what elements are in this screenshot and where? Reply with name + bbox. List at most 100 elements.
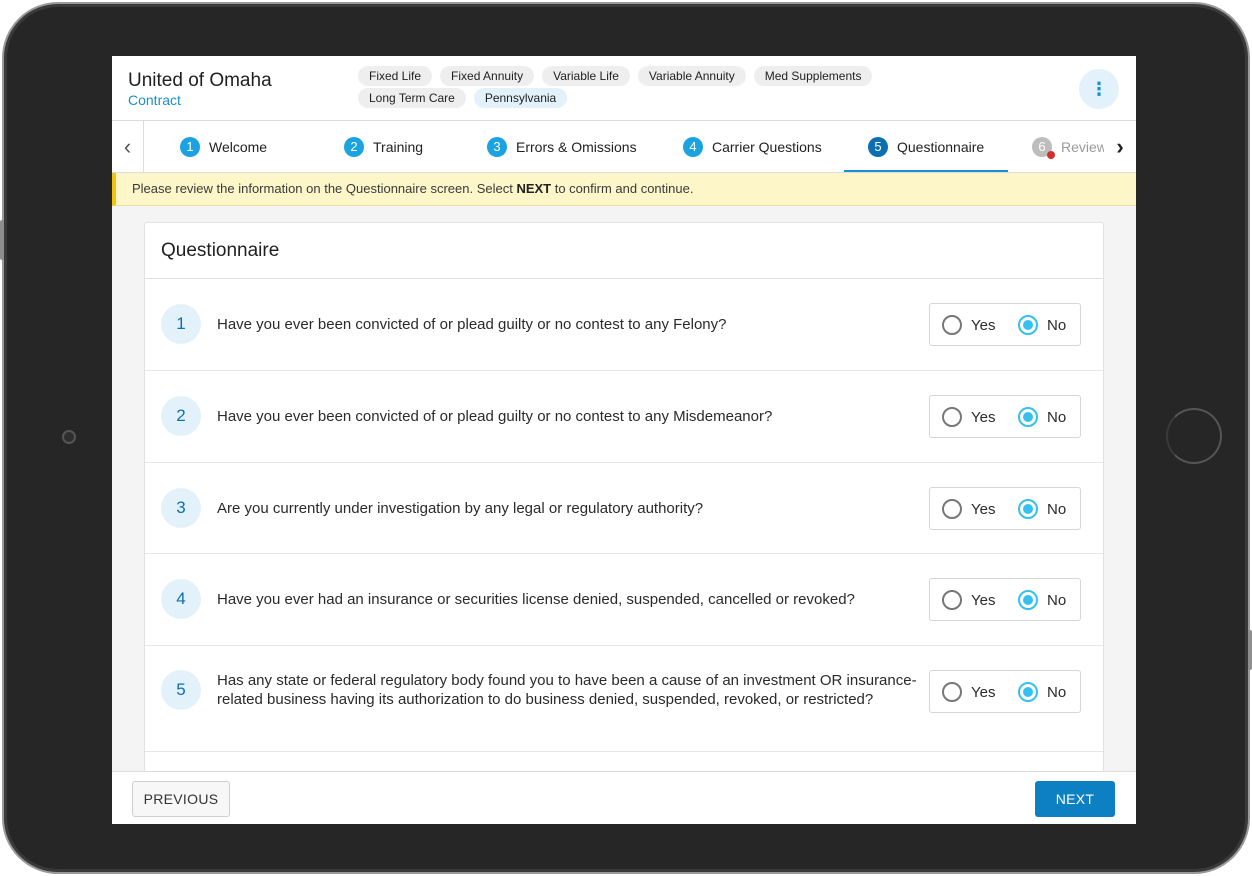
yes-no-group: Yes No — [929, 578, 1081, 621]
step-number-text: 6 — [1038, 139, 1046, 154]
product-chip: Variable Annuity — [637, 66, 746, 86]
step-carrier-questions[interactable]: 4 Carrier Questions — [683, 121, 822, 172]
product-chip: Fixed Life — [358, 66, 433, 86]
question-text: Have you ever been convicted of or plead… — [217, 408, 773, 425]
radio-circle — [942, 315, 962, 335]
banner-text-bold: NEXT — [516, 181, 552, 196]
radio-circle — [942, 682, 962, 702]
tablet-side-button — [1248, 630, 1252, 670]
no-label: No — [1047, 591, 1067, 609]
question-number: 5 — [161, 670, 201, 710]
step-number: 3 — [487, 136, 507, 157]
step-number: 6 — [1032, 136, 1055, 159]
product-chip-list: Fixed Life Fixed Annuity Variable Life V… — [358, 66, 978, 110]
info-banner: Please review the information on the Que… — [112, 173, 1136, 206]
question-number: 4 — [161, 579, 201, 619]
no-label: No — [1047, 316, 1067, 334]
alert-dot-icon — [1047, 150, 1055, 159]
yes-no-group: Yes No — [929, 303, 1081, 346]
question-text: Have you ever been convicted of or plead… — [217, 316, 727, 333]
question-row: 1 Have you ever been convicted of or ple… — [145, 279, 1103, 371]
app-header: United of Omaha Contract Fixed Life Fixe… — [112, 56, 1136, 121]
yes-label: Yes — [971, 408, 996, 426]
step-number: 1 — [180, 136, 200, 157]
yes-radio[interactable]: Yes — [942, 682, 995, 702]
question-text: Has any state or federal regulatory body… — [217, 672, 917, 708]
step-list: 1 Welcome 2 Training 3 Errors & Omission… — [144, 121, 1104, 172]
carrier-title: United of Omaha — [128, 70, 272, 91]
yes-radio[interactable]: Yes — [942, 407, 995, 427]
yes-label: Yes — [971, 683, 996, 701]
home-button — [1166, 408, 1222, 464]
question-row: 2 Have you ever been convicted of or ple… — [145, 371, 1103, 463]
questionnaire-title: Questionnaire — [145, 223, 1103, 279]
product-chip: Long Term Care — [358, 88, 466, 108]
no-radio[interactable]: No — [1018, 315, 1066, 335]
step-questionnaire[interactable]: 5 Questionnaire — [843, 121, 1009, 172]
step-errors-omissions[interactable]: 3 Errors & Omissions — [487, 121, 637, 172]
product-chip: Fixed Annuity — [440, 66, 535, 86]
radio-circle — [942, 407, 962, 427]
step-navigation: ‹ 1 Welcome 2 Training 3 Errors & Omissi… — [112, 121, 1136, 173]
tablet-side-button — [0, 220, 4, 260]
radio-circle — [942, 499, 962, 519]
camera-icon — [62, 430, 76, 444]
no-radio[interactable]: No — [1018, 407, 1066, 427]
question-text: Are you currently under investigation by… — [217, 500, 704, 517]
step-label: Questionnaire — [897, 138, 985, 155]
banner-text: Please review the information on the Que… — [132, 181, 517, 196]
action-footer: PREVIOUS NEXT — [112, 771, 1136, 824]
yes-radio[interactable]: Yes — [942, 315, 995, 335]
question-number: 1 — [161, 304, 201, 344]
previous-button[interactable]: PREVIOUS — [132, 781, 230, 817]
step-number: 4 — [683, 136, 703, 157]
yes-no-group: Yes No — [929, 670, 1081, 713]
question-text: Have you ever had an insurance or securi… — [217, 591, 855, 608]
vertical-dots-icon: ⋮ — [1090, 79, 1108, 99]
app-screen: United of Omaha Contract Fixed Life Fixe… — [112, 56, 1136, 824]
step-label: Errors & Omissions — [516, 138, 637, 155]
step-review[interactable]: 6 Review — [1032, 121, 1104, 172]
more-options-button[interactable]: ⋮ — [1079, 69, 1119, 109]
question-number: 3 — [161, 488, 201, 528]
yes-no-group: Yes No — [929, 487, 1081, 530]
step-welcome[interactable]: 1 Welcome — [180, 121, 267, 172]
yes-radio[interactable]: Yes — [942, 499, 995, 519]
no-radio[interactable]: No — [1018, 499, 1066, 519]
step-label: Training — [373, 138, 424, 155]
next-button[interactable]: NEXT — [1035, 781, 1115, 817]
chevron-left-icon: ‹ — [123, 133, 132, 159]
radio-circle — [1018, 499, 1038, 519]
question-row: 4 Have you ever had an insurance or secu… — [145, 554, 1103, 646]
step-label: Carrier Questions — [712, 138, 822, 155]
questionnaire-card: Questionnaire 1 Have you ever been convi… — [144, 222, 1104, 782]
radio-circle — [1018, 682, 1038, 702]
step-label: Welcome — [209, 138, 268, 155]
banner-text: to confirm and continue. — [551, 181, 694, 196]
yes-label: Yes — [971, 316, 996, 334]
product-chip: Med Supplements — [753, 66, 873, 86]
radio-circle — [942, 590, 962, 610]
no-label: No — [1047, 408, 1067, 426]
yes-label: Yes — [971, 500, 996, 518]
steps-scroll-right-button[interactable]: › — [1104, 121, 1136, 172]
step-label: Review — [1061, 138, 1104, 155]
chevron-right-icon: › — [1116, 133, 1124, 159]
contract-subtitle: Contract — [128, 92, 181, 108]
step-training[interactable]: 2 Training — [344, 121, 423, 172]
question-number: 2 — [161, 396, 201, 436]
state-chip: Pennsylvania — [473, 88, 568, 108]
yes-label: Yes — [971, 591, 996, 609]
steps-scroll-left-button[interactable]: ‹ — [112, 121, 144, 172]
no-radio[interactable]: No — [1018, 590, 1066, 610]
no-label: No — [1047, 500, 1067, 518]
yes-no-group: Yes No — [929, 395, 1081, 438]
no-label: No — [1047, 683, 1067, 701]
no-radio[interactable]: No — [1018, 682, 1066, 702]
yes-radio[interactable]: Yes — [942, 590, 995, 610]
radio-circle — [1018, 407, 1038, 427]
radio-circle — [1018, 590, 1038, 610]
radio-circle — [1018, 315, 1038, 335]
step-number: 2 — [344, 136, 364, 157]
question-row: 5 Has any state or federal regulatory bo… — [145, 646, 1103, 752]
